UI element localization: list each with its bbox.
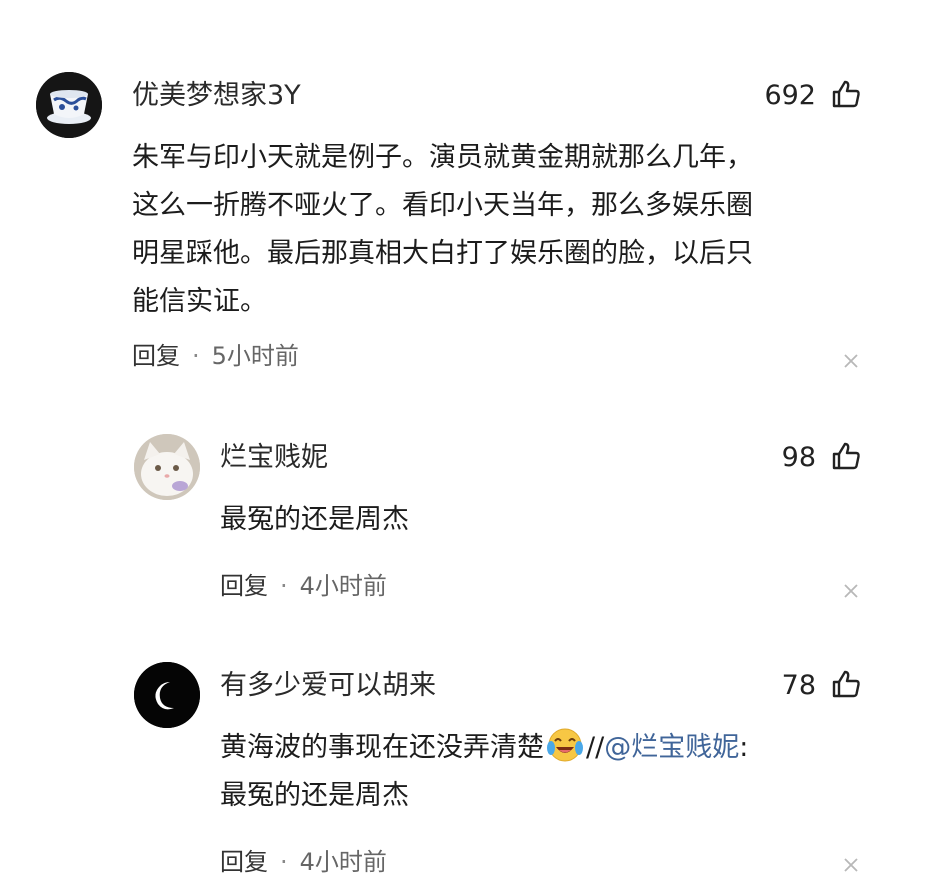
avatar[interactable]	[36, 72, 102, 138]
comment-meta: 回复 · 4小时前	[220, 846, 387, 878]
comment-line: 黄海波的事现在还没弄清楚 //@烂宝贱妮:	[220, 724, 748, 772]
comment-meta: 回复 · 4小时前	[220, 570, 387, 602]
avatar[interactable]	[134, 434, 200, 500]
close-icon[interactable]	[842, 582, 860, 600]
comment-text-segment: 黄海波的事现在还没弄清楚	[220, 732, 544, 763]
separator-dot: ·	[280, 848, 288, 876]
comment-meta: 回复 · 5小时前	[132, 340, 299, 372]
comment-line: 最冤的还是周杰	[220, 504, 409, 535]
username[interactable]: 有多少爱可以胡来	[220, 668, 436, 704]
porcelain-cup-avatar	[36, 72, 102, 138]
moon-avatar	[134, 662, 200, 728]
comment-line: 最冤的还是周杰	[220, 780, 409, 811]
reply-button[interactable]: 回复	[220, 848, 268, 876]
comment-line: 这么一折腾不哑火了。看印小天当年，那么多娱乐圈	[132, 190, 753, 221]
username[interactable]: 优美梦想家3Y	[132, 78, 301, 114]
separator-dot: ·	[280, 572, 288, 600]
like-count: 98	[781, 442, 816, 473]
like-count: 692	[764, 80, 816, 111]
thumbs-up-icon[interactable]	[830, 668, 862, 700]
timestamp: 5小时前	[211, 342, 299, 370]
comment-text: 最冤的还是周杰	[220, 496, 409, 544]
like-count: 78	[781, 670, 816, 701]
white-cat-avatar	[134, 434, 200, 500]
close-icon[interactable]	[842, 856, 860, 874]
laughing-crying-emoji-icon	[547, 728, 583, 762]
comment-line: 朱军与印小天就是例子。演员就黄金期就那么几年，	[132, 142, 753, 173]
timestamp: 4小时前	[299, 848, 387, 876]
comment-text-segment: //	[586, 732, 605, 763]
reply-button[interactable]: 回复	[132, 342, 180, 370]
comment-text: 黄海波的事现在还没弄清楚 //@烂宝贱妮: 最冤的还是周杰	[220, 724, 748, 820]
separator-dot: ·	[192, 342, 200, 370]
reply-button[interactable]: 回复	[220, 572, 268, 600]
thumbs-up-icon[interactable]	[830, 440, 862, 472]
mention-link[interactable]: @烂宝贱妮	[604, 732, 739, 763]
comment-text: 朱军与印小天就是例子。演员就黄金期就那么几年， 这么一折腾不哑火了。看印小天当年…	[132, 134, 753, 326]
thumbs-up-icon[interactable]	[830, 78, 862, 110]
avatar[interactable]	[134, 662, 200, 728]
comment-text-segment: :	[739, 732, 749, 763]
username[interactable]: 烂宝贱妮	[220, 440, 328, 476]
comment-line: 能信实证。	[132, 286, 267, 317]
close-icon[interactable]	[842, 352, 860, 370]
timestamp: 4小时前	[299, 572, 387, 600]
comment-line: 明星踩他。最后那真相大白打了娱乐圈的脸，以后只	[132, 238, 753, 269]
